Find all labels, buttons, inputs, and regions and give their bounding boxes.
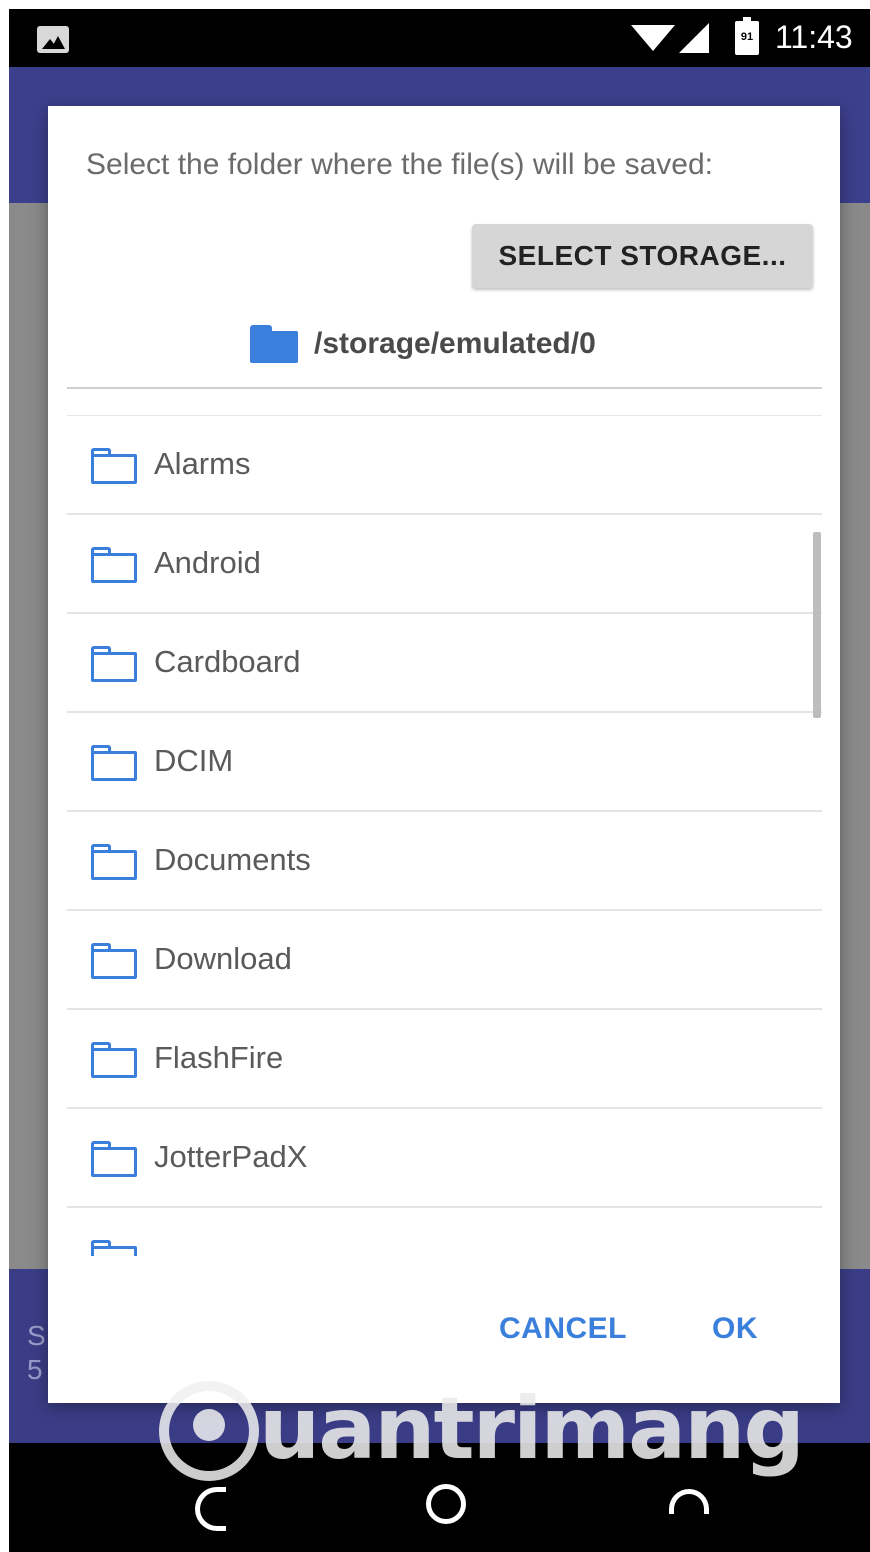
battery-icon: 91 xyxy=(735,17,759,55)
folder-icon xyxy=(91,745,137,781)
watermark-logo: uantrimang xyxy=(159,1369,805,1499)
status-clock: 11:43 xyxy=(775,19,853,55)
folder-icon xyxy=(91,943,137,979)
folder-picker-dialog: Select the folder where the file(s) will… xyxy=(48,106,840,1403)
phone-screen: 91 11:43 S 5 Select the folder where the… xyxy=(9,9,870,1552)
folder-name: Documents xyxy=(154,842,311,877)
bottom-text-line2: 5 xyxy=(27,1354,43,1385)
bottom-text-line1: S xyxy=(27,1320,46,1351)
folder-row-partial[interactable] xyxy=(67,1208,822,1256)
wifi-icon xyxy=(631,25,675,51)
ok-button[interactable]: OK xyxy=(712,1312,758,1346)
folder-row[interactable]: Cardboard xyxy=(67,614,822,713)
folder-icon xyxy=(91,547,137,583)
current-path: /storage/emulated/0 xyxy=(250,322,596,366)
watermark-text: uantrimang xyxy=(259,1379,805,1479)
folder-row[interactable]: Alarms xyxy=(67,416,822,515)
scrollbar[interactable] xyxy=(813,532,821,718)
bottom-panel-text: S 5 xyxy=(27,1319,46,1387)
folder-name: Download xyxy=(154,941,292,976)
folder-name: FlashFire xyxy=(154,1040,284,1075)
current-path-text: /storage/emulated/0 xyxy=(314,327,596,360)
folder-row[interactable]: Android xyxy=(67,515,822,614)
folder-icon xyxy=(91,646,137,682)
divider xyxy=(67,387,822,389)
folder-icon xyxy=(91,1042,137,1078)
folder-name: Alarms xyxy=(154,446,251,481)
folder-name: DCIM xyxy=(154,743,234,778)
folder-row[interactable]: DCIM xyxy=(67,713,822,812)
image-notification-icon xyxy=(37,26,69,53)
folder-row[interactable]: JotterPadX xyxy=(67,1109,822,1208)
status-bar: 91 11:43 xyxy=(9,9,870,67)
folder-icon xyxy=(91,844,137,880)
folder-row[interactable]: FlashFire xyxy=(67,1010,822,1109)
folder-name: Android xyxy=(154,545,261,580)
cancel-button[interactable]: CANCEL xyxy=(499,1312,627,1346)
battery-level: 91 xyxy=(740,31,754,43)
select-storage-button[interactable]: SELECT STORAGE... xyxy=(472,224,813,288)
folder-row[interactable]: Documents xyxy=(67,812,822,911)
folder-list[interactable]: Alarms Android Cardboard DCIM Documents Downl… xyxy=(67,415,822,1256)
folder-icon xyxy=(91,1141,137,1177)
folder-row[interactable]: Download xyxy=(67,911,822,1010)
folder-filled-icon xyxy=(250,325,298,363)
folder-name: JotterPadX xyxy=(154,1139,308,1174)
folder-icon xyxy=(91,448,137,484)
cell-signal-icon xyxy=(679,23,709,53)
dialog-message: Select the folder where the file(s) will… xyxy=(86,148,713,181)
folder-icon xyxy=(91,1240,137,1256)
watermark-bulb-core xyxy=(193,1409,225,1441)
folder-name: Cardboard xyxy=(154,644,301,679)
